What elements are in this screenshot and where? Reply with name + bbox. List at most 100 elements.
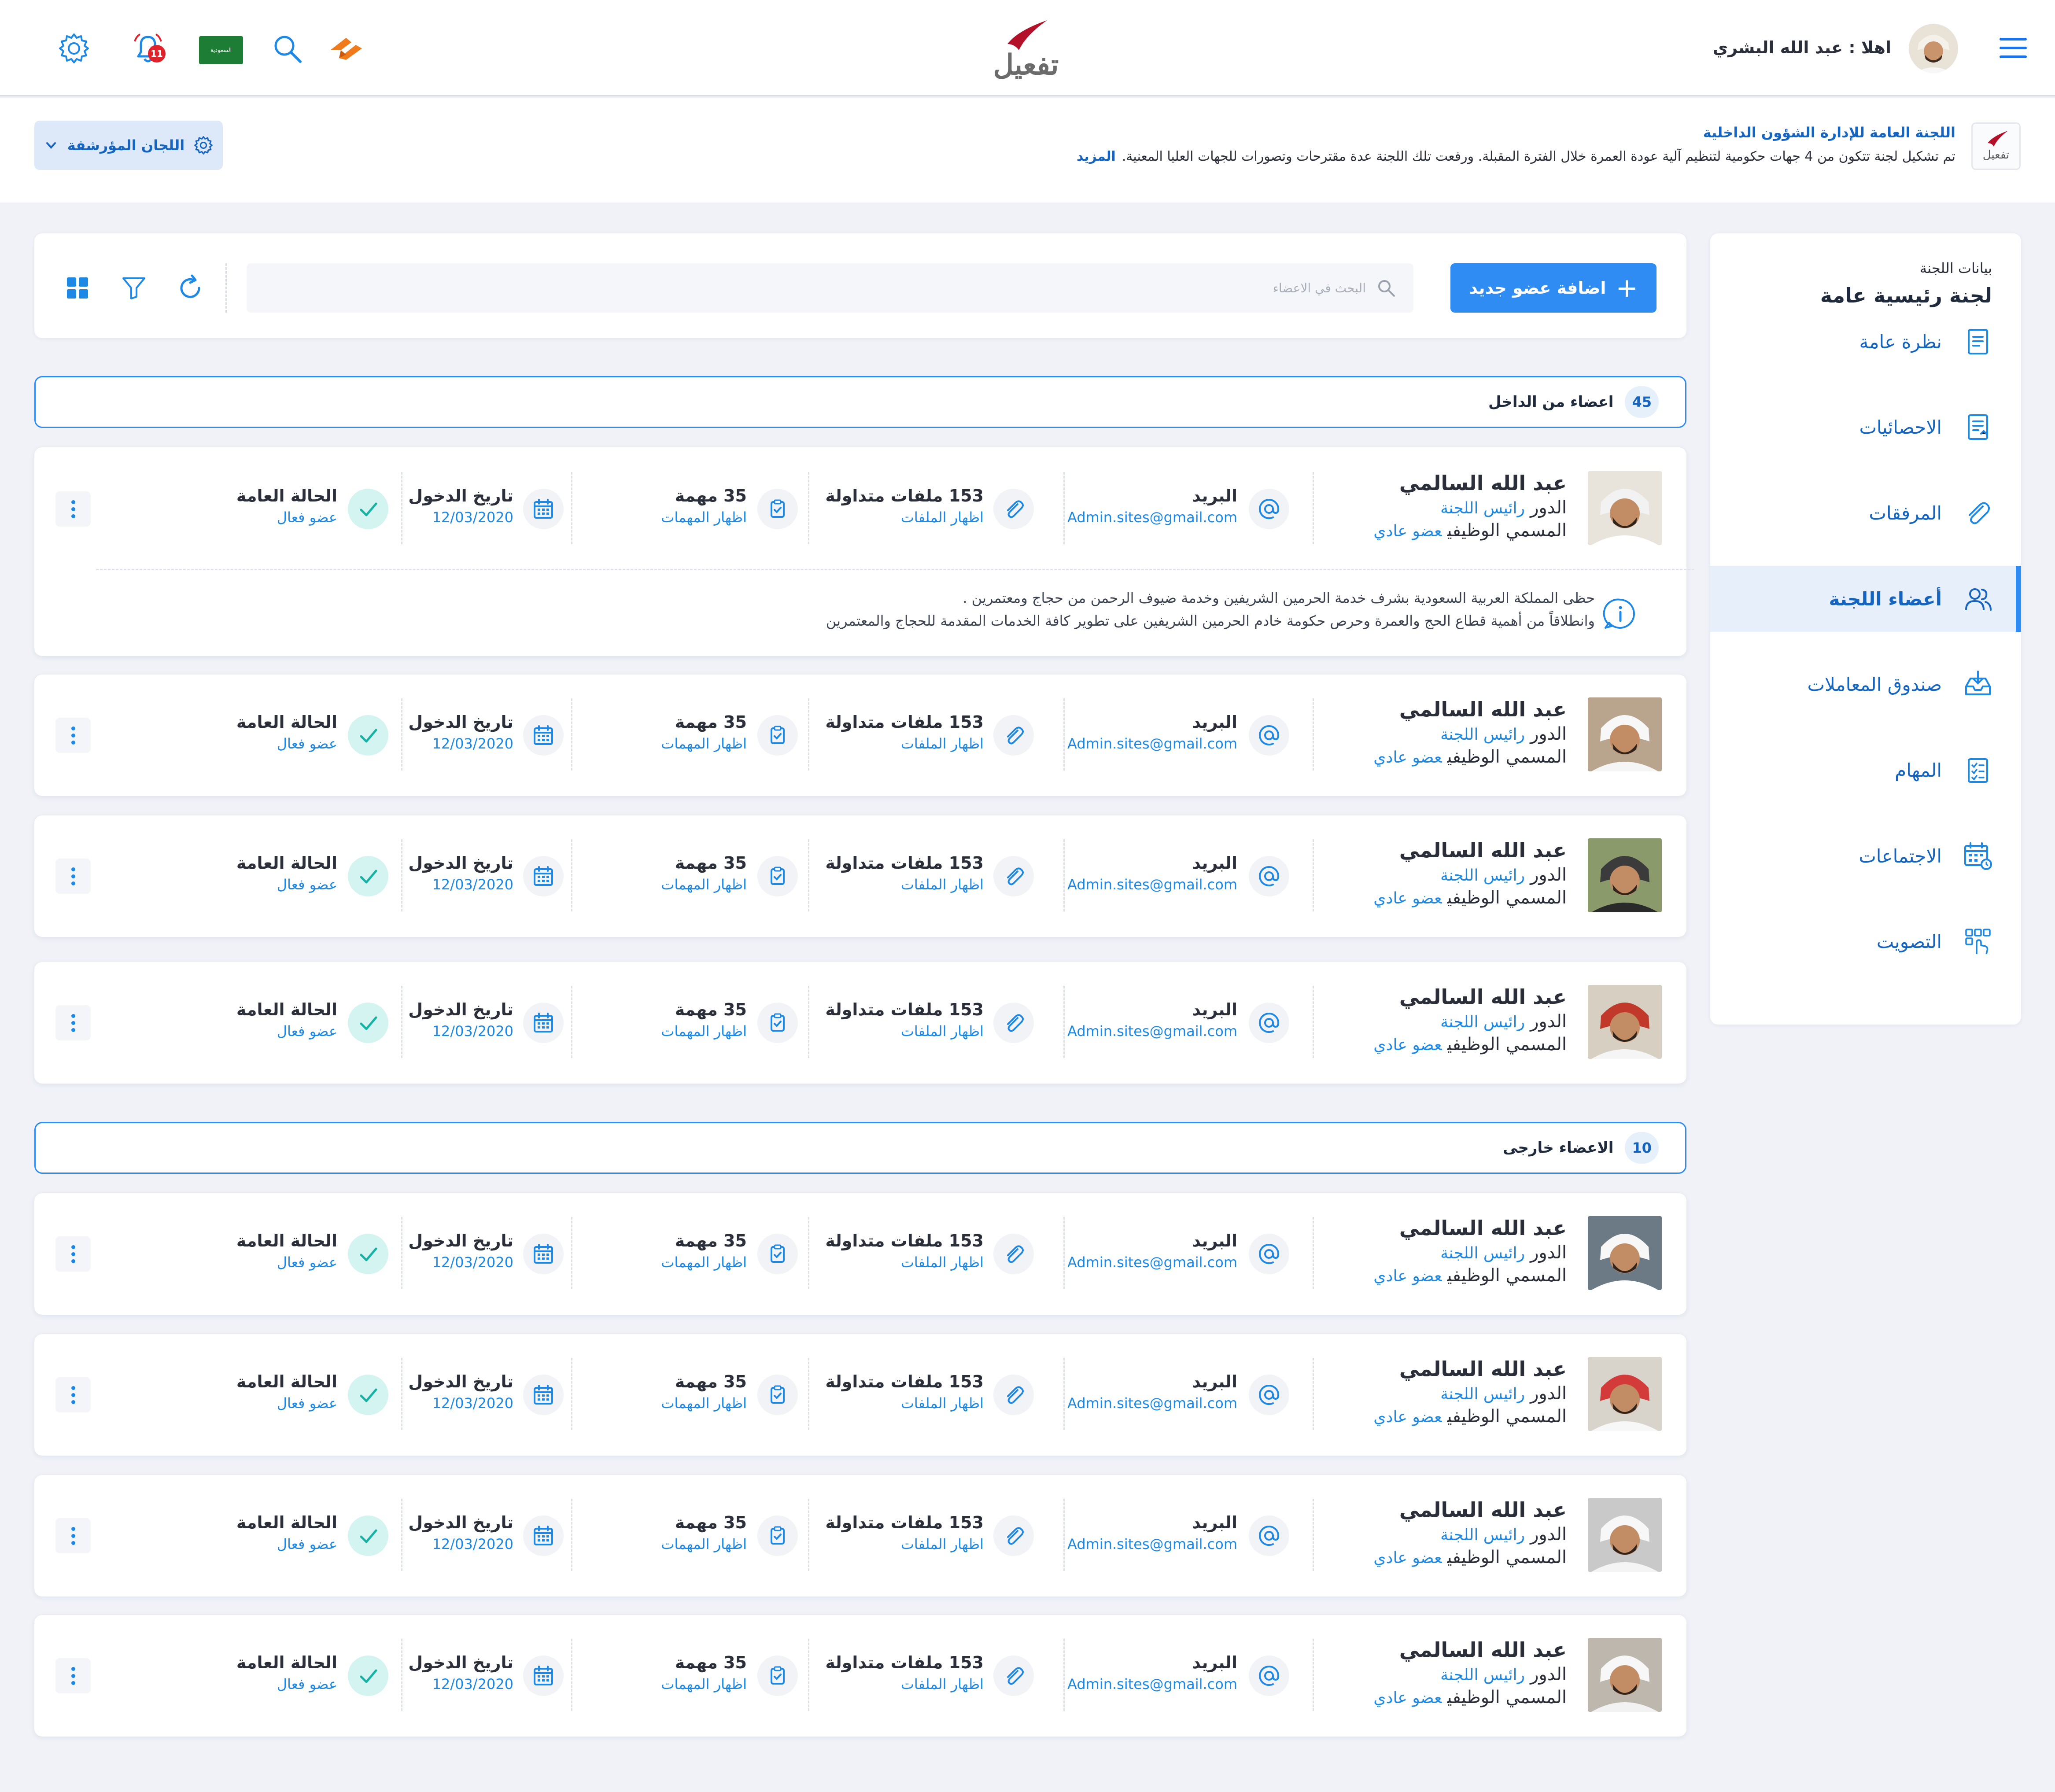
show-tasks-link[interactable]: اظهار المهمات [661,1536,747,1552]
add-member-button[interactable]: + اضافة عضو جديد [1450,263,1657,313]
show-tasks-link[interactable]: اظهار المهمات [661,735,747,752]
column-divider [571,472,572,544]
member-name[interactable]: عبد الله السالمي [1399,1498,1567,1522]
email-link[interactable]: Admin.sites@gmail.com [1067,1676,1237,1692]
more-options-icon[interactable] [55,718,91,753]
committee-logo: تفعيل [1971,122,2021,170]
files-count: 153 ملفات متداولة [825,1000,984,1019]
internal-count-badge: 45 [1625,386,1659,418]
gear-icon[interactable] [56,31,92,66]
refresh-icon[interactable] [173,270,208,306]
sidebar-item-stats[interactable]: الاحصائيات [1710,394,2021,460]
clipboard-check-icon [757,1375,798,1415]
member-photo [1588,471,1662,545]
menu-icon[interactable] [2000,38,2027,58]
external-members-header[interactable]: 10 الاعضاء خارجى [34,1122,1686,1174]
status-label: الحالة العامة [236,1372,337,1391]
member-card[interactable]: عبد الله السالمي الدوررائيس اللجنة المسم… [34,1334,1686,1456]
member-card[interactable]: عبد الله السالمي الدوررائيس اللجنة المسم… [34,962,1686,1084]
more-options-icon[interactable] [55,491,91,527]
email-link[interactable]: Admin.sites@gmail.com [1067,1254,1237,1271]
calendar-icon [523,1234,564,1274]
show-tasks-link[interactable]: اظهار المهمات [661,1254,747,1271]
show-files-link[interactable]: اظهار الملفات [901,509,984,526]
clipboard-check-icon [757,489,798,529]
app-logo[interactable]: تفعيل [982,18,1070,84]
join-date-value: 12/03/2020 [432,1536,513,1552]
sidebar-item-document[interactable]: نظرة عامة [1710,309,2021,375]
user-avatar[interactable] [1909,24,1958,73]
grid-view-icon[interactable] [60,270,95,306]
member-name[interactable]: عبد الله السالمي [1399,1216,1567,1240]
files-count: 153 ملفات متداولة [825,1372,984,1391]
email-link[interactable]: Admin.sites@gmail.com [1067,1395,1237,1412]
show-files-link[interactable]: اظهار الملفات [901,1676,984,1692]
member-name[interactable]: عبد الله السالمي [1399,471,1567,495]
column-divider [571,1639,572,1711]
show-files-link[interactable]: اظهار الملفات [901,1254,984,1271]
member-name[interactable]: عبد الله السالمي [1399,1638,1567,1662]
member-name[interactable]: عبد الله السالمي [1399,697,1567,721]
show-tasks-link[interactable]: اظهار المهمات [661,509,747,526]
email-link[interactable]: Admin.sites@gmail.com [1067,876,1237,893]
more-options-icon[interactable] [55,1658,91,1693]
column-divider [401,472,402,544]
at-icon [1249,1234,1289,1274]
sidebar-item-label: الاحصائيات [1859,416,1942,438]
email-link[interactable]: Admin.sites@gmail.com [1067,1023,1237,1040]
tafeel-mark-icon[interactable] [328,31,364,66]
show-tasks-link[interactable]: اظهار المهمات [661,1023,747,1040]
email-link[interactable]: Admin.sites@gmail.com [1067,735,1237,752]
status-label: الحالة العامة [236,1000,337,1019]
sidebar-item-inbox[interactable]: صندوق المعاملات [1710,651,2021,717]
sidebar-item-attachment[interactable]: المرفقات [1710,480,2021,546]
more-link[interactable]: المزيد [1077,149,1116,164]
show-files-link[interactable]: اظهار الملفات [901,1023,984,1040]
gear-icon [194,136,213,155]
more-options-icon[interactable] [55,1518,91,1553]
member-role: الدوررائيس اللجنة [1440,1524,1567,1545]
email-link[interactable]: Admin.sites@gmail.com [1067,1536,1237,1552]
sidebar-item-checklist[interactable]: المهام [1710,737,2021,803]
column-divider [1063,839,1065,911]
search-icon[interactable] [269,31,305,66]
more-options-icon[interactable] [55,1005,91,1040]
archived-committees-button[interactable]: اللجان المؤرشفة [34,121,223,170]
show-files-link[interactable]: اظهار الملفات [901,1536,984,1552]
member-card[interactable]: عبد الله السالمي الدوررائيس اللجنة المسم… [34,447,1694,656]
member-card[interactable]: عبد الله السالمي الدوررائيس اللجنة المسم… [34,1615,1686,1737]
committee-title[interactable]: اللجنة العامة للإدارة الشؤون الداخلية [1703,124,1955,141]
filter-icon[interactable] [116,270,151,306]
committee-strip: تفعيل اللجنة العامة للإدارة الشؤون الداخ… [0,98,2055,203]
attachment-icon [1961,496,1995,530]
show-files-link[interactable]: اظهار الملفات [901,735,984,752]
member-card[interactable]: عبد الله السالمي الدوررائيس اللجنة المسم… [34,1193,1686,1315]
member-name[interactable]: عبد الله السالمي [1399,838,1567,862]
internal-members-header[interactable]: 45 اعضاء من الداخل [34,376,1686,428]
member-name[interactable]: عبد الله السالمي [1399,985,1567,1009]
show-tasks-link[interactable]: اظهار المهمات [661,876,747,893]
column-divider [1063,1499,1065,1571]
member-search-input[interactable]: البحث في الاعضاء [247,263,1413,313]
show-tasks-link[interactable]: اظهار المهمات [661,1676,747,1692]
status-label: الحالة العامة [236,853,337,873]
more-options-icon[interactable] [55,1236,91,1272]
email-link[interactable]: Admin.sites@gmail.com [1067,509,1237,526]
show-files-link[interactable]: اظهار الملفات [901,876,984,893]
show-tasks-link[interactable]: اظهار المهمات [661,1395,747,1412]
member-card[interactable]: عبد الله السالمي الدوررائيس اللجنة المسم… [34,675,1686,796]
member-name[interactable]: عبد الله السالمي [1399,1357,1567,1381]
member-card[interactable]: عبد الله السالمي الدوررائيس اللجنة المسم… [34,815,1686,937]
sidebar-item-vote[interactable]: التصويت [1710,908,2021,974]
member-card[interactable]: عبد الله السالمي الدوررائيس اللجنة المسم… [34,1475,1686,1597]
join-date-value: 12/03/2020 [432,1395,513,1412]
info-icon [1603,596,1638,631]
language-flag-icon[interactable]: السعودية [199,36,243,64]
sidebar-item-calendar[interactable]: الاجتماعات [1710,823,2021,889]
sidebar-item-users[interactable]: أعضاء اللجنة [1710,566,2021,632]
member-role: الدوررائيس اللجنة [1440,1664,1567,1685]
show-files-link[interactable]: اظهار الملفات [901,1395,984,1412]
more-options-icon[interactable] [55,1377,91,1412]
more-options-icon[interactable] [55,859,91,894]
committee-sidebar: بيانات اللجنة لجنة رئيسية عامة نظرة عامة… [1710,233,2021,1025]
